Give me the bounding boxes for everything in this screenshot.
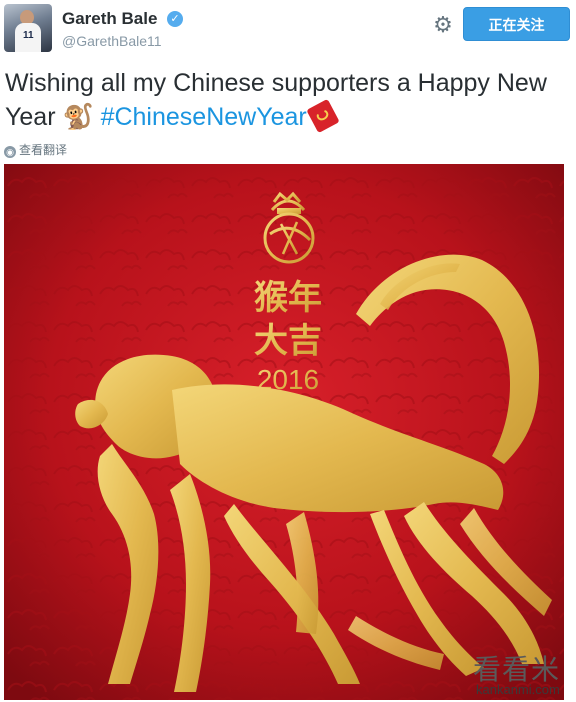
poster-graphic: 猴年 大吉 2016	[4, 164, 564, 700]
monkey-emoji: 🐒	[62, 103, 94, 131]
globe-icon: ◉	[4, 146, 16, 158]
author-name[interactable]: Gareth Bale	[62, 9, 157, 29]
tweet-header: 11 Gareth Bale ✓ @GarethBale11 ⚙ 正在关注	[0, 0, 576, 60]
tweet-image[interactable]: 猴年 大吉 2016	[4, 164, 564, 700]
avatar[interactable]: 11	[4, 4, 52, 52]
verified-badge-icon: ✓	[167, 11, 183, 27]
poster-line1: 猴年	[254, 278, 322, 318]
red-envelope-icon	[306, 98, 340, 134]
tweet-text: Wishing all my Chinese supporters a Happ…	[5, 66, 565, 134]
author-handle[interactable]: @GarethBale11	[62, 33, 162, 49]
translate-label: 查看翻译	[19, 143, 68, 157]
following-button[interactable]: 正在关注	[463, 7, 570, 41]
hashtag-link[interactable]: #ChineseNewYear	[101, 103, 307, 131]
gear-icon[interactable]: ⚙	[430, 12, 456, 38]
translate-link[interactable]: ◉ 查看翻译	[4, 141, 67, 158]
watermark-url: kankanmi.com	[476, 682, 560, 697]
poster-line2: 大吉	[254, 321, 322, 361]
